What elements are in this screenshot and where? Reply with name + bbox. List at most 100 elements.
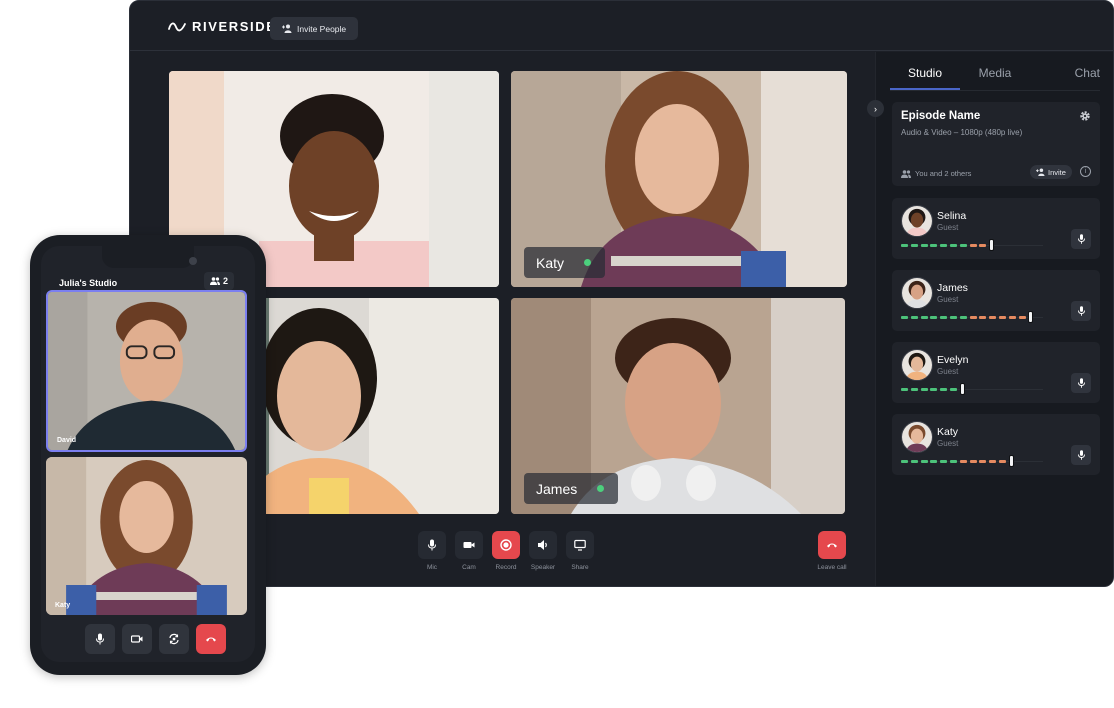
tab-media[interactable]: Media	[960, 66, 1030, 90]
guest-name: Evelyn	[937, 354, 969, 366]
volume-meter[interactable]	[901, 311, 1043, 323]
meter-segment	[950, 388, 957, 391]
tab-studio[interactable]: Studio	[890, 66, 960, 90]
meter-segment	[920, 244, 928, 247]
meter-segment	[910, 388, 918, 391]
live-status-dot	[597, 485, 605, 492]
volume-slider-handle[interactable]	[989, 239, 995, 251]
meter-segment	[969, 244, 977, 247]
guest-mic-button[interactable]	[1071, 301, 1091, 321]
meter-segment	[940, 316, 948, 319]
mobile-camera-button[interactable]	[122, 624, 152, 654]
nametag-name: James	[536, 480, 578, 497]
meter-segment	[969, 316, 977, 319]
mic-icon	[1077, 234, 1085, 244]
tab-chat[interactable]: Chat	[1030, 66, 1100, 90]
share-control[interactable]: Share	[566, 531, 594, 571]
mobile-video-tile-david[interactable]: David	[46, 290, 247, 452]
guest-card: Evelyn Guest	[892, 342, 1100, 403]
collapse-panel-button[interactable]: ›	[867, 100, 884, 117]
guest-role: Guest	[937, 295, 959, 304]
camera-icon	[131, 635, 143, 643]
avatar	[901, 349, 933, 381]
guest-mic-button[interactable]	[1071, 373, 1091, 393]
meter-segment	[910, 460, 918, 463]
meter-segment	[989, 316, 997, 319]
speaker-icon	[538, 540, 547, 550]
mic-icon	[1077, 450, 1085, 460]
leave-call-control[interactable]: Leave call	[812, 531, 852, 571]
meter-segment	[920, 388, 928, 391]
top-bar: RIVERSIDE Invite People	[130, 1, 1113, 51]
guest-role: Guest	[937, 367, 959, 376]
video-tile-james[interactable]: James	[511, 298, 845, 514]
guest-role: Guest	[937, 223, 959, 232]
guest-mic-button[interactable]	[1071, 229, 1091, 249]
record-button[interactable]	[492, 531, 520, 559]
record-control[interactable]: Record	[492, 531, 520, 571]
volume-meter[interactable]	[901, 383, 1043, 395]
avatar-photo	[902, 278, 932, 308]
guest-mic-button[interactable]	[1071, 445, 1091, 465]
mic-icon	[96, 633, 104, 645]
meter-segment	[959, 460, 967, 463]
avatar	[901, 421, 933, 453]
front-camera-dot	[189, 257, 197, 265]
flip-camera-icon	[169, 633, 179, 645]
invite-button[interactable]: Invite	[1030, 165, 1072, 179]
gear-icon[interactable]	[1079, 110, 1091, 122]
volume-slider-handle[interactable]	[1028, 311, 1034, 323]
meter-segment	[920, 316, 928, 319]
mobile-end-call-button[interactable]	[196, 624, 226, 654]
meter-segment	[950, 460, 957, 463]
mobile-mic-button[interactable]	[85, 624, 115, 654]
invite-people-button[interactable]: Invite People	[270, 17, 359, 40]
meter-segment	[930, 244, 938, 247]
mobile-device: Julia's Studio 2 David Katy	[30, 235, 266, 675]
mobile-tile-name: Katy	[55, 602, 71, 609]
phone-notch	[102, 246, 194, 268]
invite-people-label: Invite People	[297, 23, 347, 34]
meter-segment	[950, 316, 957, 319]
volume-meter[interactable]	[901, 455, 1043, 467]
speaker-control[interactable]: Speaker	[529, 531, 557, 571]
episode-card: Episode Name Audio & Video – 1080p (480p…	[892, 102, 1100, 186]
riverside-logo[interactable]: RIVERSIDE	[168, 19, 276, 34]
meter-segment	[910, 244, 918, 247]
meter-segment	[969, 460, 977, 463]
participants-summary: You and 2 others	[901, 169, 971, 178]
cam-button[interactable]	[455, 531, 483, 559]
meter-segment	[940, 244, 948, 247]
mobile-video-tile-katy[interactable]: Katy	[46, 457, 247, 615]
episode-title: Episode Name	[901, 110, 981, 122]
meter-segment	[979, 244, 987, 247]
volume-slider-handle[interactable]	[1008, 455, 1014, 467]
meter-segment	[1008, 316, 1016, 319]
mic-button[interactable]	[418, 531, 446, 559]
mobile-screen: Julia's Studio 2 David Katy	[41, 246, 255, 662]
guest-card: Selina Guest	[892, 198, 1100, 259]
guest-role: Guest	[937, 439, 959, 448]
share-button[interactable]	[566, 531, 594, 559]
avatar	[901, 205, 933, 237]
meter-segment	[901, 244, 908, 247]
mic-control[interactable]: Mic	[418, 531, 446, 571]
meter-segment	[910, 316, 918, 319]
speaker-button[interactable]	[529, 531, 557, 559]
mobile-tile-name: David	[57, 437, 77, 444]
meter-segment	[979, 316, 987, 319]
guest-name: James	[937, 282, 968, 294]
mic-icon	[1077, 378, 1085, 388]
video-tile-katy[interactable]: Katy	[511, 71, 847, 287]
volume-meter[interactable]	[901, 239, 1043, 251]
studio-side-panel: › Studio Media Chat Episode Name Audio &…	[867, 52, 1113, 586]
people-icon	[901, 169, 911, 178]
meter-segment	[901, 388, 908, 391]
mobile-flip-camera-button[interactable]	[159, 624, 189, 654]
participant-count-button[interactable]: 2	[204, 272, 234, 290]
info-icon[interactable]: i	[1080, 166, 1091, 177]
volume-slider-handle[interactable]	[959, 383, 965, 395]
meter-segment	[959, 244, 967, 247]
cam-control[interactable]: Cam	[455, 531, 483, 571]
leave-call-button[interactable]	[818, 531, 846, 559]
